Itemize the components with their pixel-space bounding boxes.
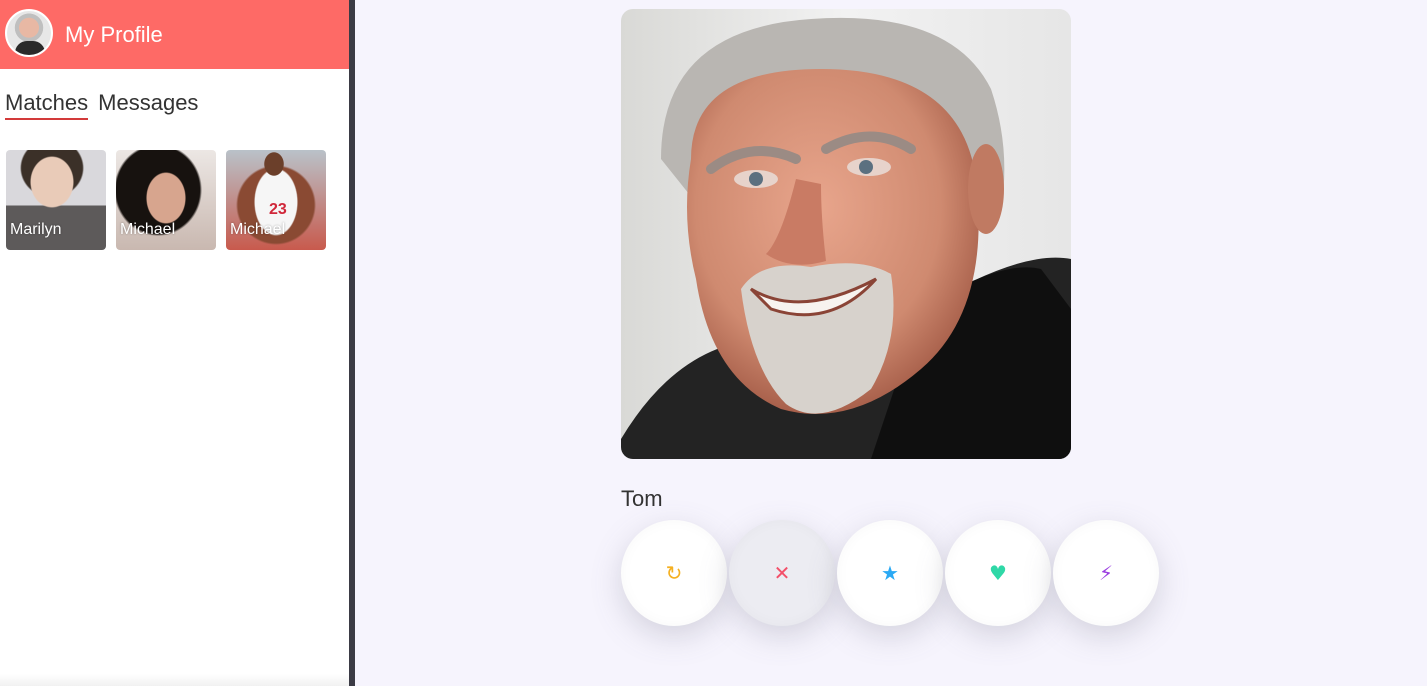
my-profile-header[interactable]: My Profile — [0, 0, 349, 69]
like-button[interactable]: ♥ — [945, 520, 1051, 626]
match-card-michael-2[interactable]: 23 Michael — [226, 150, 326, 250]
super-like-button[interactable]: ★ — [837, 520, 943, 626]
heart-icon: ♥ — [989, 561, 1007, 585]
tab-messages[interactable]: Messages — [98, 89, 198, 120]
sidebar: My Profile Matches Messages Marilyn Mich… — [0, 0, 349, 686]
lightning-icon: ⚡ — [1098, 561, 1114, 585]
star-icon: ★ — [881, 561, 899, 585]
jersey-number: 23 — [269, 201, 287, 218]
sidebar-divider[interactable] — [349, 0, 355, 686]
match-card-marilyn[interactable]: Marilyn — [6, 150, 106, 250]
match-name: Michael — [230, 221, 286, 238]
rewind-button[interactable]: ↻ — [621, 520, 727, 626]
nope-button[interactable]: ✕ — [729, 520, 835, 626]
sidebar-bottom-fade — [0, 674, 349, 686]
boost-button[interactable]: ⚡ — [1053, 520, 1159, 626]
profile-title: My Profile — [65, 22, 163, 47]
match-name: Marilyn — [10, 221, 62, 238]
profile-photo[interactable] — [621, 9, 1071, 459]
rewind-icon: ↻ — [665, 561, 683, 585]
tab-matches[interactable]: Matches — [5, 89, 89, 120]
tab-bar: Matches Messages — [5, 89, 198, 120]
action-bar: ↻ ✕ ★ ♥ ⚡ — [621, 520, 1159, 626]
profile-name: Tom — [621, 486, 663, 511]
close-icon: ✕ — [773, 561, 791, 585]
match-card-michael[interactable]: Michael — [116, 150, 216, 250]
matches-grid: Marilyn Michael 23 Michael — [6, 150, 326, 250]
avatar[interactable] — [5, 9, 53, 57]
profile-photo-image — [621, 9, 1071, 459]
match-name: Michael — [120, 221, 176, 238]
